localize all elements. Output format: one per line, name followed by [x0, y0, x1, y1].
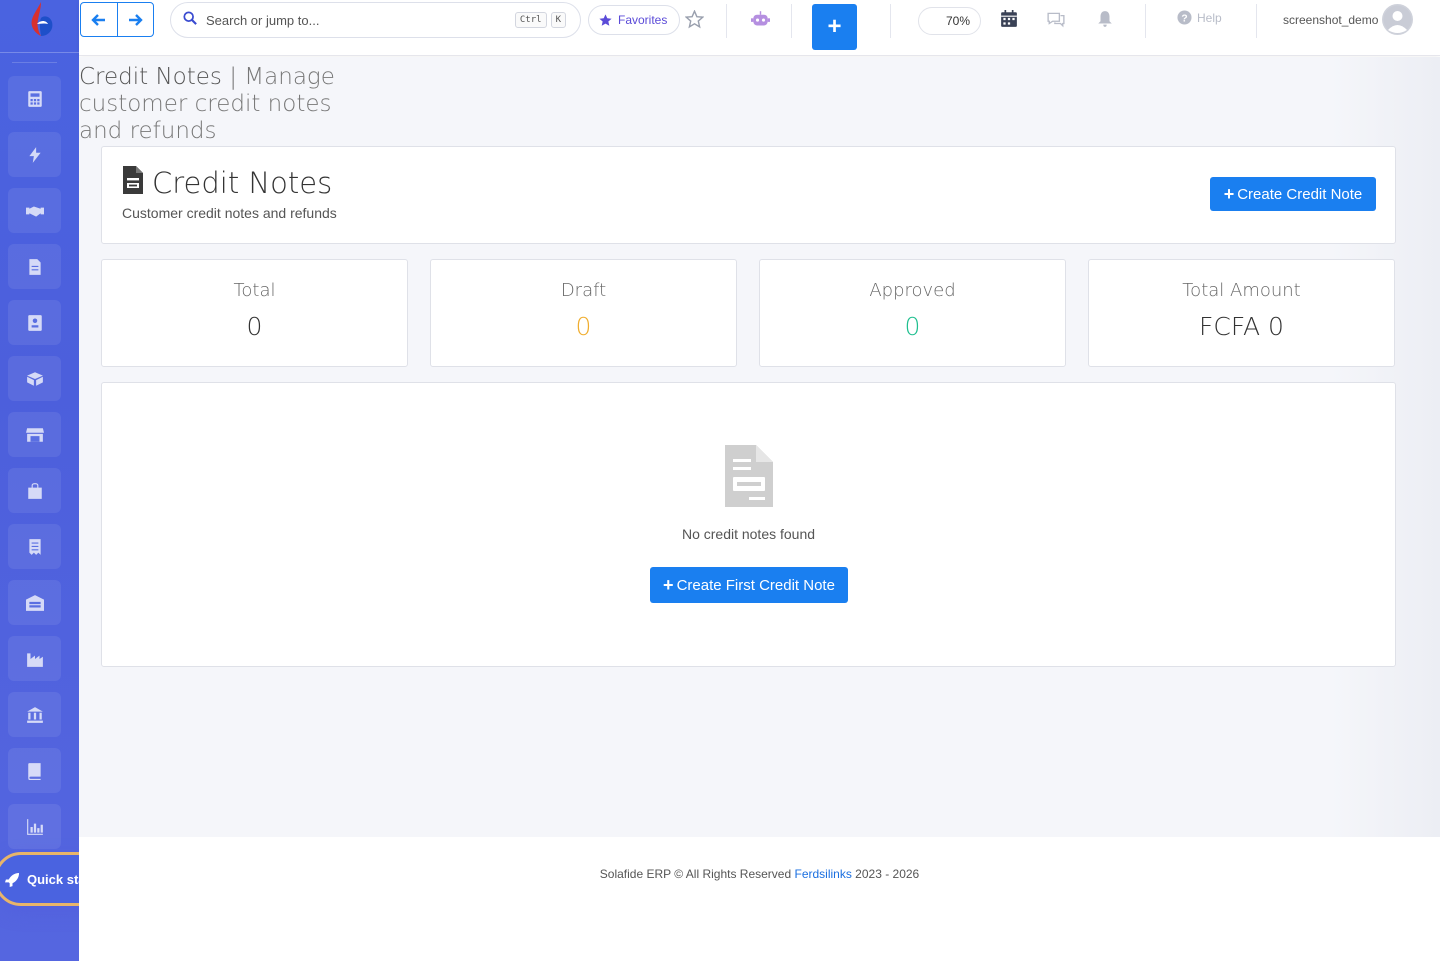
sidebar-item-documents[interactable]	[8, 244, 61, 289]
book-icon	[27, 762, 41, 780]
bolt-icon	[28, 146, 41, 163]
avatar[interactable]	[1382, 4, 1413, 35]
empty-document-icon	[725, 445, 773, 507]
plus-icon: +	[1223, 183, 1235, 204]
handshake-icon	[25, 206, 44, 217]
page-title-name: Credit Notes	[79, 64, 222, 90]
sidebar-item-purchases[interactable]	[8, 468, 61, 513]
stat-value: 0	[904, 312, 921, 341]
sidebar-item-reports[interactable]	[8, 804, 61, 849]
empty-state-message: No credit notes found	[681, 526, 816, 542]
calendar-icon[interactable]	[1000, 10, 1018, 28]
stat-label: Total Amount	[1182, 280, 1301, 301]
search-input[interactable]: Search or jump to... Ctrl K	[170, 2, 581, 38]
credit-notes-empty-state: No credit notes found + Create First Cred…	[101, 382, 1396, 667]
user-avatar-icon	[1383, 5, 1412, 34]
chat-icon[interactable]	[1047, 10, 1065, 28]
page-title: Credit Notes | Manage customer credit no…	[79, 64, 369, 145]
plus-icon: +	[663, 574, 674, 595]
stat-card-approved: Approved 0	[759, 259, 1066, 367]
sidebar-item-quick[interactable]	[8, 132, 61, 177]
search-icon	[183, 10, 197, 30]
sidebar-item-ledger[interactable]	[8, 748, 61, 793]
calculator-icon	[27, 90, 42, 107]
credit-notes-header-card: Credit Notes Customer credit notes and r…	[101, 146, 1396, 244]
sidebar-item-contacts[interactable]	[8, 300, 61, 345]
footer: Solafide ERP © All Rights Reserved Ferds…	[79, 837, 1440, 961]
document-icon	[28, 258, 41, 275]
top-bar: Search or jump to... Ctrl K Favorites + …	[79, 0, 1440, 56]
sidebar-item-store[interactable]	[8, 412, 61, 457]
favorites-button[interactable]: Favorites	[588, 5, 680, 35]
sidebar-item-banking[interactable]	[8, 692, 61, 737]
contact-card-icon	[27, 314, 42, 331]
warehouse-icon	[25, 594, 44, 611]
zoom-label: 70%	[945, 14, 970, 28]
shortcut-key-ctrl: Ctrl	[514, 12, 547, 28]
stat-card-draft: Draft 0	[430, 259, 737, 367]
favorites-label: Favorites	[618, 13, 668, 27]
star-filled-icon	[599, 13, 612, 26]
create-credit-note-button[interactable]: + Create Credit Note	[1210, 177, 1376, 211]
stat-card-total-amount: Total Amount FCFA 0	[1088, 259, 1395, 367]
boxes-icon	[26, 371, 43, 386]
app-logo[interactable]	[28, 2, 54, 36]
stat-value: 0	[246, 312, 263, 341]
footer-copyright: Solafide ERP © All Rights Reserved Ferds…	[79, 867, 1440, 881]
sidebar-item-crm[interactable]	[8, 188, 61, 233]
section-subtitle: Customer credit notes and refunds	[122, 205, 337, 221]
main-content: Credit Notes | Manage customer credit no…	[79, 57, 1440, 837]
username[interactable]: screenshot_demo	[1283, 13, 1378, 27]
page-title-separator: |	[221, 64, 245, 90]
bar-chart-icon	[26, 818, 43, 835]
footer-suffix: 2023 - 2026	[851, 867, 920, 881]
sidebar-item-warehouse[interactable]	[8, 580, 61, 625]
create-credit-note-label: Create Credit Note	[1237, 185, 1363, 203]
section-title: Credit Notes	[152, 166, 333, 200]
zoom-control[interactable]: 70%	[918, 7, 981, 35]
stat-value: 0	[575, 312, 592, 341]
stat-label: Total	[233, 280, 276, 301]
help-link[interactable]: ? Help	[1177, 10, 1222, 25]
stat-card-total: Total 0	[101, 259, 408, 367]
history-nav	[80, 2, 154, 37]
sidebar-item-manufacturing[interactable]	[8, 636, 61, 681]
search-placeholder: Search or jump to...	[206, 12, 320, 28]
rocket-icon	[5, 872, 20, 887]
sidebar	[0, 0, 79, 961]
sidebar-item-inventory[interactable]	[8, 356, 61, 401]
stat-label: Draft	[560, 280, 607, 301]
stat-label: Approved	[869, 280, 956, 301]
footer-prefix: Solafide ERP © All Rights Reserved	[599, 867, 795, 881]
arrow-right-icon	[129, 13, 144, 26]
footer-company-link[interactable]: Ferdsilinks	[794, 867, 851, 881]
store-icon	[25, 427, 44, 442]
ai-assistant-robot-icon[interactable]	[751, 10, 770, 29]
sidebar-item-accounting[interactable]	[8, 76, 61, 121]
svg-text:?: ?	[1181, 13, 1187, 24]
forward-button[interactable]	[116, 3, 153, 36]
help-label: Help	[1197, 10, 1222, 25]
arrow-left-icon	[91, 13, 105, 26]
shortcut-key-k: K	[550, 12, 566, 28]
document-icon	[123, 166, 143, 194]
question-circle-icon: ?	[1177, 10, 1192, 25]
receipt-icon	[28, 538, 41, 555]
bank-icon	[26, 706, 43, 723]
add-favorite-star-icon[interactable]	[685, 10, 704, 29]
back-button[interactable]	[81, 3, 117, 36]
stat-value: FCFA 0	[1199, 312, 1284, 341]
factory-icon	[26, 652, 43, 667]
sidebar-item-receipts[interactable]	[8, 524, 61, 569]
plus-icon: +	[827, 13, 842, 40]
create-first-credit-note-button[interactable]: + Create First Credit Note	[650, 567, 848, 603]
quick-create-button[interactable]: +	[812, 4, 857, 50]
notifications-bell-icon[interactable]	[1096, 10, 1114, 28]
briefcase-icon	[27, 482, 42, 499]
create-first-credit-note-label: Create First Credit Note	[676, 576, 835, 594]
